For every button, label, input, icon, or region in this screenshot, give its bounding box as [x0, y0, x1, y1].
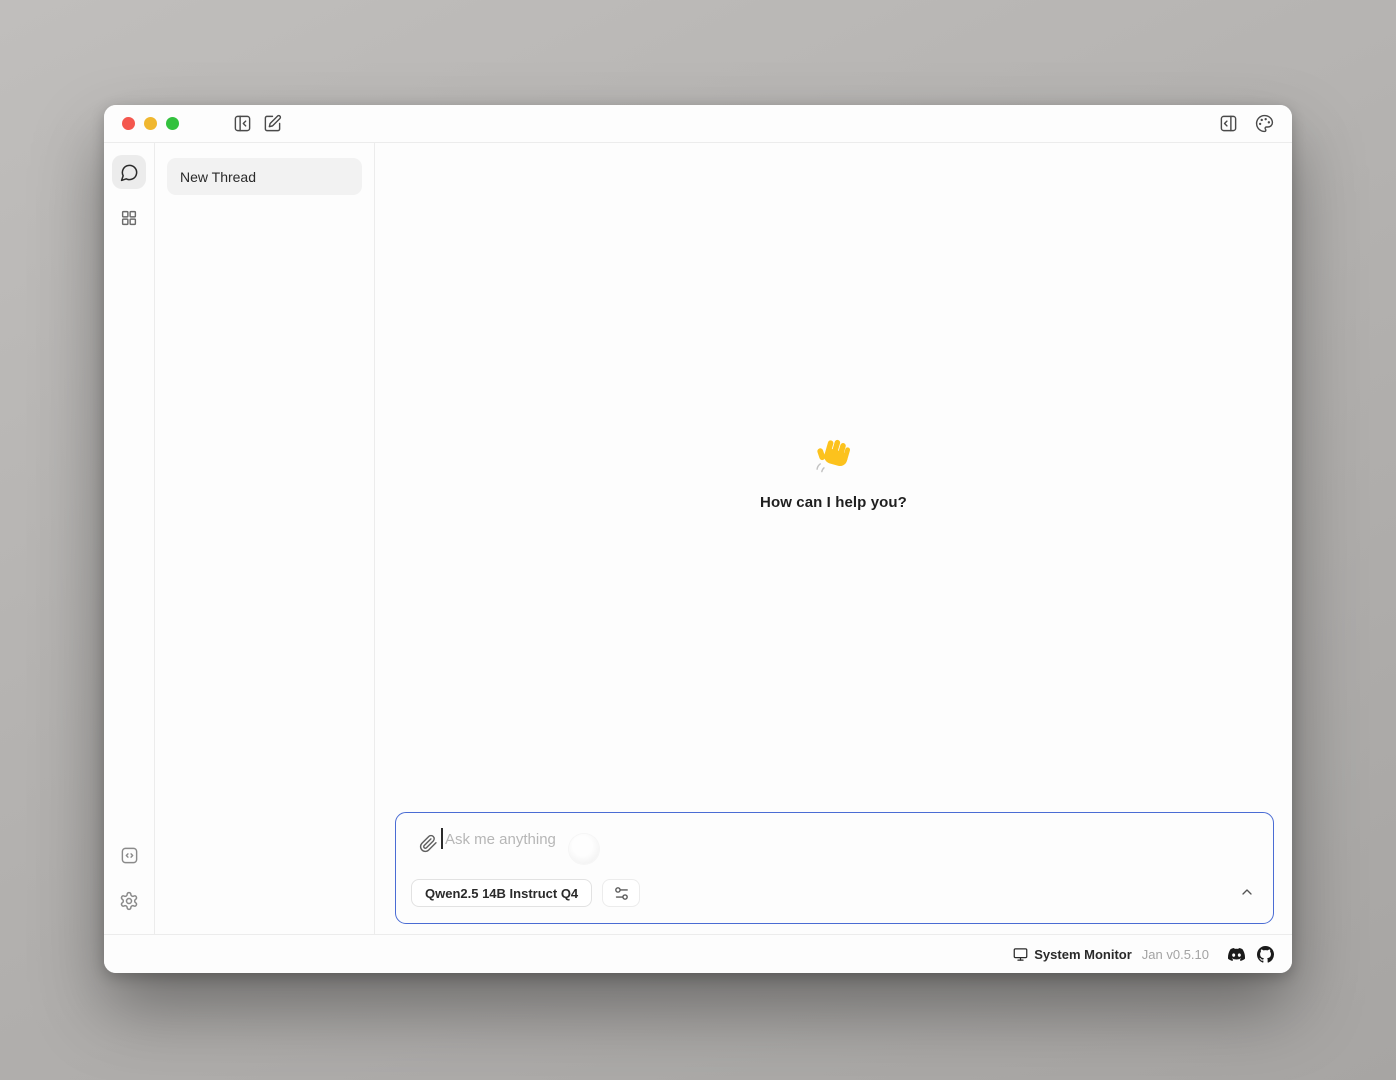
rail-bottom-group — [112, 838, 146, 918]
icon-rail — [104, 143, 155, 934]
traffic-lights — [122, 117, 179, 130]
thread-title: New Thread — [180, 169, 256, 185]
thread-list-panel: New Thread — [155, 143, 375, 934]
content-area: New Thread — [104, 143, 1292, 934]
composer-toolbar: Qwen2.5 14B Instruct Q4 — [411, 879, 640, 907]
titlebar-left-icons — [233, 114, 282, 133]
statusbar-social-icons — [1228, 946, 1274, 963]
model-settings-icon[interactable] — [602, 879, 640, 907]
monitor-icon — [1013, 947, 1028, 962]
main-chat-area: How can I help you? Qwen2.5 14B Instruct… — [375, 143, 1292, 934]
zoom-button[interactable] — [166, 117, 179, 130]
github-icon[interactable] — [1257, 946, 1274, 963]
system-monitor-button[interactable]: System Monitor — [1013, 947, 1132, 962]
app-window: New Thread — [104, 105, 1292, 973]
rail-top-group — [112, 155, 146, 235]
local-api-server-icon[interactable] — [112, 838, 146, 872]
theme-palette-icon[interactable] — [1255, 114, 1274, 133]
model-selector[interactable]: Qwen2.5 14B Instruct Q4 — [411, 879, 592, 907]
new-thread-icon[interactable] — [263, 114, 282, 133]
settings-gear-icon[interactable] — [112, 884, 146, 918]
text-caret — [441, 828, 443, 849]
system-monitor-label: System Monitor — [1034, 947, 1132, 962]
message-input[interactable] — [445, 826, 865, 852]
close-button[interactable] — [122, 117, 135, 130]
paperclip-icon[interactable] — [419, 834, 438, 858]
composer: Qwen2.5 14B Instruct Q4 — [395, 812, 1274, 924]
apps-grid-icon[interactable] — [112, 201, 146, 235]
toggle-left-panel-icon[interactable] — [233, 114, 252, 133]
discord-icon[interactable] — [1228, 948, 1245, 961]
toggle-right-panel-icon[interactable] — [1219, 114, 1238, 133]
titlebar — [104, 105, 1292, 143]
greeting: How can I help you? — [375, 436, 1292, 511]
thread-list-item[interactable]: New Thread — [167, 158, 362, 195]
minimize-button[interactable] — [144, 117, 157, 130]
waving-hand-emoji — [814, 436, 854, 481]
greeting-text: How can I help you? — [375, 494, 1292, 511]
app-version-label: Jan v0.5.10 — [1142, 947, 1209, 962]
model-selector-label: Qwen2.5 14B Instruct Q4 — [425, 886, 578, 901]
status-bar: System Monitor Jan v0.5.10 — [104, 934, 1292, 973]
chevron-up-icon[interactable] — [1239, 884, 1255, 903]
titlebar-right-icons — [1219, 114, 1274, 133]
chat-threads-icon[interactable] — [112, 155, 146, 189]
